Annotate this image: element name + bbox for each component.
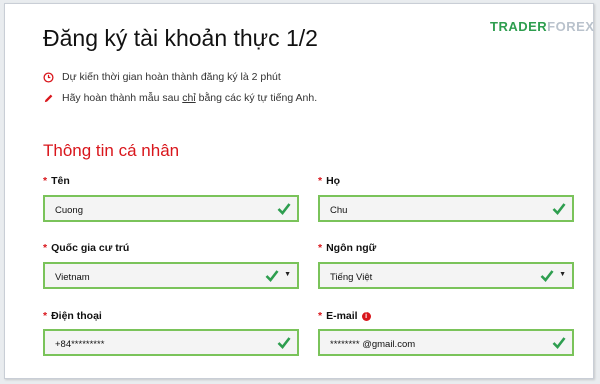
- first-name-input[interactable]: Cuong: [43, 195, 299, 222]
- check-icon: [277, 203, 291, 215]
- clock-icon: [43, 71, 54, 83]
- logo-forex: FOREX: [547, 19, 595, 34]
- chevron-down-icon[interactable]: ▼: [284, 271, 291, 278]
- english-note-text: Hãy hoàn thành mẫu sau chỉ bằng các ký t…: [62, 92, 318, 104]
- english-note: Hãy hoàn thành mẫu sau chỉ bằng các ký t…: [43, 92, 317, 104]
- country-value: Vietnam: [55, 272, 90, 283]
- check-icon: [277, 337, 291, 349]
- brand-logo: TRADERFOREX: [490, 19, 594, 34]
- phone-input[interactable]: +84*********: [43, 329, 299, 356]
- only-emphasis: chỉ: [182, 92, 196, 104]
- phone-value: +84*********: [55, 339, 105, 350]
- chevron-down-icon[interactable]: ▼: [559, 271, 566, 278]
- language-value: Tiếng Việt: [330, 272, 373, 283]
- language-label: * Ngôn ngữ: [318, 242, 377, 254]
- check-icon: [552, 337, 566, 349]
- last-name-input[interactable]: Chu: [318, 195, 574, 222]
- email-label: * E-mail i: [318, 310, 371, 322]
- phone-label: * Điện thoại: [43, 310, 102, 322]
- first-name-value: Cuong: [55, 205, 83, 216]
- check-icon: [540, 270, 554, 282]
- language-select[interactable]: Tiếng Việt ▼: [318, 262, 574, 289]
- check-icon: [552, 203, 566, 215]
- page-title: Đăng ký tài khoản thực 1/2: [43, 25, 318, 51]
- first-name-label: * Tên: [43, 175, 70, 187]
- last-name-value: Chu: [330, 205, 348, 216]
- email-input[interactable]: ******** @gmail.com: [318, 329, 574, 356]
- logo-trader: TRADER: [490, 19, 548, 34]
- country-select[interactable]: Vietnam ▼: [43, 262, 299, 289]
- registration-card: Đăng ký tài khoản thực 1/2 TRADERFOREX D…: [4, 3, 594, 379]
- email-value: ******** @gmail.com: [330, 339, 416, 350]
- country-label: * Quốc gia cư trú: [43, 242, 130, 254]
- time-note: Dự kiến thời gian hoàn thành đăng ký là …: [43, 71, 281, 83]
- info-icon[interactable]: i: [361, 312, 371, 321]
- check-icon: [265, 270, 279, 282]
- time-note-text: Dự kiến thời gian hoàn thành đăng ký là …: [62, 71, 281, 83]
- section-title: Thông tin cá nhân: [43, 141, 180, 160]
- pencil-icon: [44, 94, 53, 102]
- last-name-label: * Họ: [318, 175, 341, 187]
